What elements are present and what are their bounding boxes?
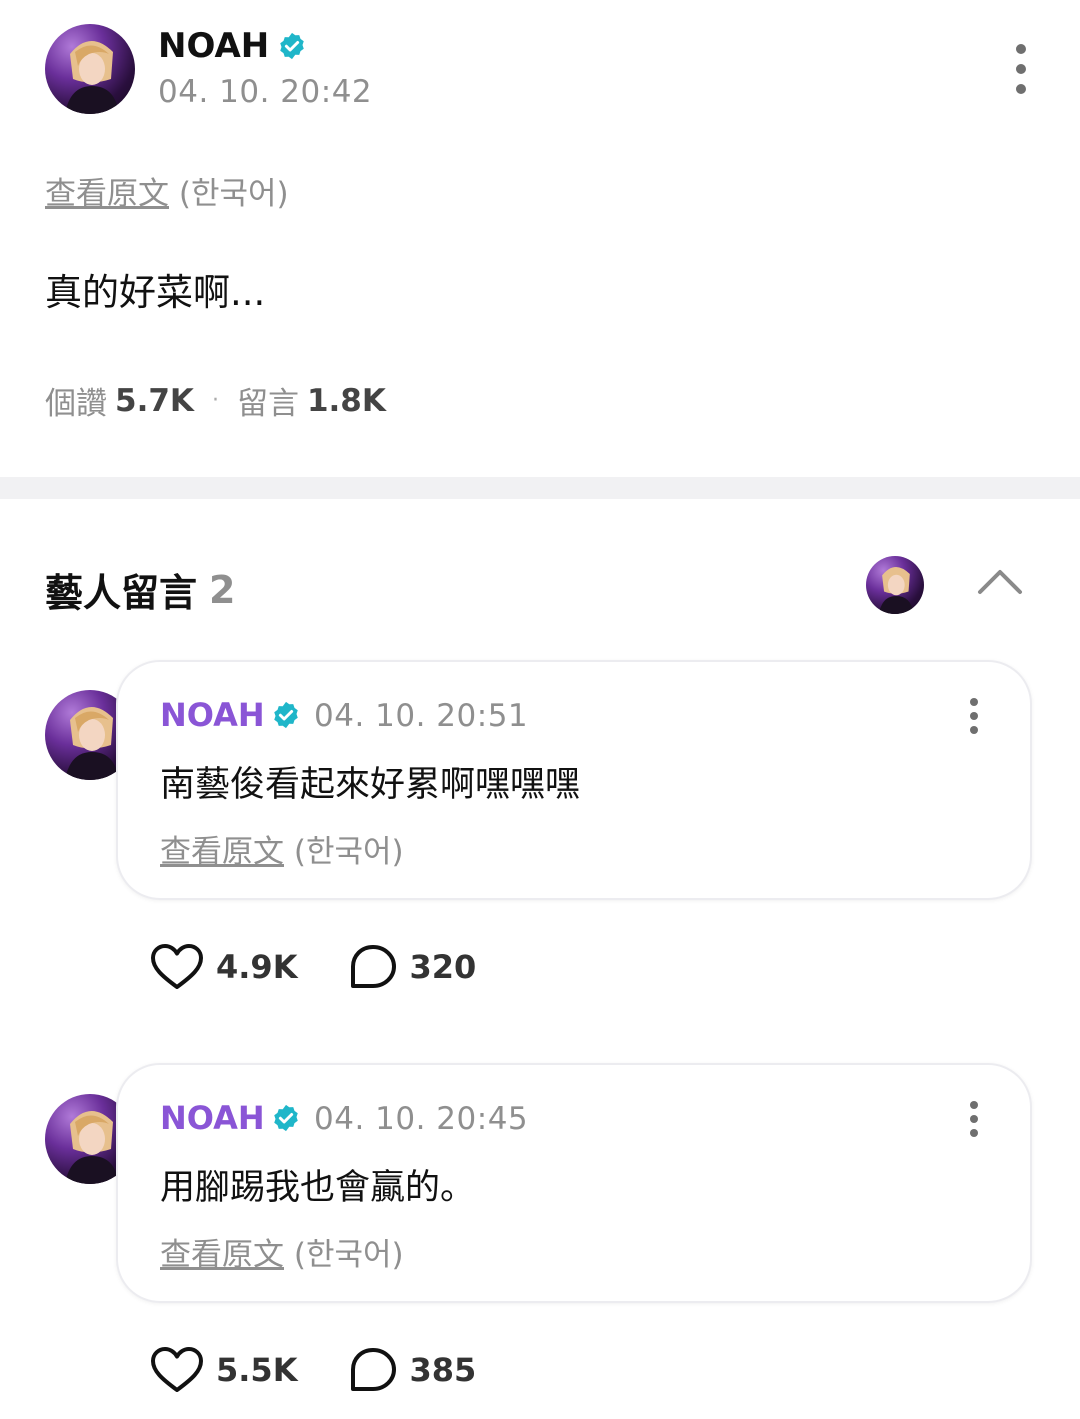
- like-button[interactable]: 5.5K: [150, 1346, 297, 1394]
- comments-label: 留言: [236, 386, 299, 422]
- comment-card: NOAH 04. 10. 20:45 用腳踢我也會贏的。 查看原文 (한국어): [116, 1063, 1032, 1303]
- view-original-label[interactable]: 查看原文: [160, 1237, 284, 1273]
- post-author[interactable]: NOAH: [158, 26, 307, 66]
- like-count: 5.5K: [216, 1351, 298, 1389]
- post-author-avatar[interactable]: [45, 24, 135, 114]
- original-language: (한국어): [293, 1237, 404, 1273]
- post-author-name[interactable]: NOAH: [158, 26, 269, 66]
- artist-comments-title: 藝人留言 2: [45, 562, 235, 617]
- comments-count: 1.8K: [306, 382, 386, 419]
- heart-icon[interactable]: [150, 1346, 204, 1394]
- verified-badge-icon: [273, 701, 298, 729]
- like-count: 4.9K: [216, 948, 298, 986]
- original-language: (한국어): [293, 834, 404, 870]
- comment-text: 用腳踢我也會贏的。: [160, 1168, 476, 1208]
- comment-view-original-link[interactable]: 查看原文 (한국어): [160, 826, 404, 871]
- comment-author-name[interactable]: NOAH: [160, 696, 265, 734]
- reply-count: 320: [409, 948, 477, 986]
- stats-separator: ·: [211, 388, 219, 413]
- comment-author[interactable]: NOAH: [160, 696, 301, 734]
- post-timestamp: 04. 10. 20:42: [158, 74, 373, 110]
- verified-badge-icon: [273, 1104, 298, 1132]
- like-button[interactable]: 4.9K: [150, 943, 297, 991]
- artist-avatar-small: [866, 556, 924, 614]
- comment-timestamp: 04. 10. 20:51: [314, 698, 529, 734]
- more-vertical-icon[interactable]: [962, 1101, 986, 1137]
- post-body-text: 真的好菜啊...: [45, 271, 266, 314]
- avatar-illustration: [65, 40, 119, 114]
- comment-text: 南藝俊看起來好累啊嘿嘿嘿: [160, 765, 581, 805]
- section-divider: [0, 477, 1080, 499]
- reply-button[interactable]: 385: [349, 1347, 476, 1393]
- heart-icon[interactable]: [150, 943, 204, 991]
- artist-comments-count: 2: [209, 567, 236, 612]
- chevron-up-icon[interactable]: [976, 562, 1024, 602]
- artist-comments-label: 藝人留言: [45, 571, 198, 615]
- verified-badge-icon: [280, 32, 304, 60]
- comment-view-original-link[interactable]: 查看原文 (한국어): [160, 1229, 404, 1274]
- more-vertical-icon[interactable]: [962, 698, 986, 734]
- view-original-label[interactable]: 查看原文: [160, 834, 284, 870]
- reply-button[interactable]: 320: [349, 944, 476, 990]
- view-original-label[interactable]: 查看原文: [45, 176, 169, 212]
- likes-label: 個讚: [45, 386, 107, 422]
- comment-timestamp: 04. 10. 20:45: [314, 1101, 529, 1137]
- comment-author[interactable]: NOAH: [160, 1099, 301, 1137]
- comment-bubble-icon[interactable]: [349, 1347, 397, 1393]
- original-language: (한국어): [178, 176, 289, 212]
- comment-bubble-icon[interactable]: [349, 944, 397, 990]
- reply-count: 385: [409, 1351, 477, 1389]
- post-stats: 個讚 5.7K · 留言 1.8K: [45, 378, 386, 423]
- avatar-illustration: [878, 566, 914, 614]
- more-vertical-icon[interactable]: [1005, 44, 1037, 94]
- comment-reactions: 5.5K 385: [150, 1346, 528, 1394]
- post-view-original-link[interactable]: 查看原文 (한국어): [45, 168, 289, 213]
- likes-count: 5.7K: [115, 382, 194, 419]
- comment-card: NOAH 04. 10. 20:51 南藝俊看起來好累啊嘿嘿嘿 查看原文 (한국…: [116, 660, 1032, 900]
- comment-reactions: 4.9K 320: [150, 943, 528, 991]
- comment-author-name[interactable]: NOAH: [160, 1099, 265, 1137]
